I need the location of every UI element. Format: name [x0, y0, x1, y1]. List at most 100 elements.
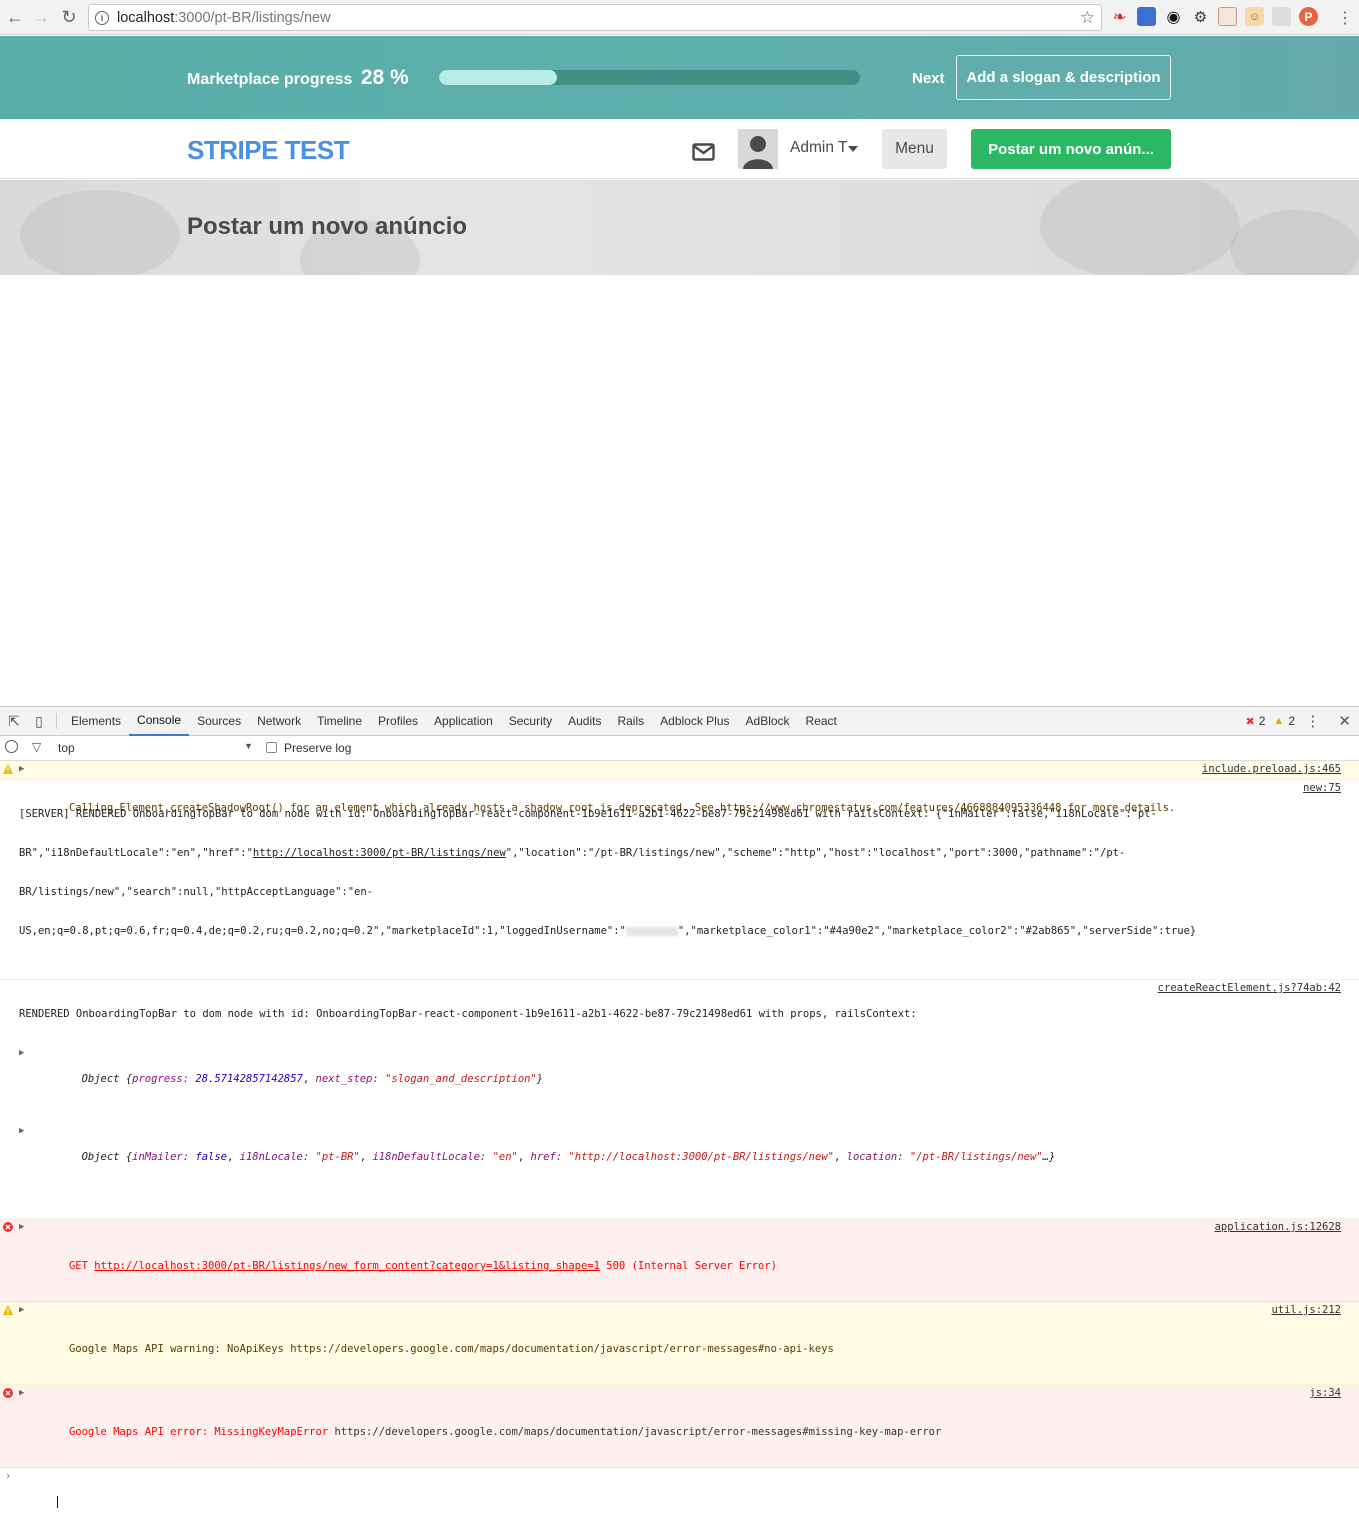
console-message-text: BR","i18nDefaultLocale":"en","href":"htt…	[19, 847, 1341, 860]
preserve-log-checkbox[interactable]	[266, 742, 277, 753]
object-value: "pt-BR"	[315, 1151, 360, 1163]
mail-icon[interactable]	[692, 143, 715, 166]
source-link[interactable]: include.preload.js:465	[1197, 763, 1341, 776]
redacted-username	[625, 926, 678, 936]
devtools-tab-adblock[interactable]: AdBlock	[738, 707, 798, 736]
console-filter-bar: ▽ top ▼ Preserve log	[0, 736, 1359, 761]
source-link[interactable]: application.js:12628	[1215, 1221, 1341, 1234]
console-warning-row[interactable]: ▶ Calling Element.createShadowRoot() for…	[0, 761, 1359, 814]
text-segment: US,en;q=0.8,pt;q=0.6,fr;q=0.4,de;q=0.2,r…	[19, 925, 626, 937]
bookmark-star-icon[interactable]: ☆	[1080, 8, 1095, 28]
object-preview[interactable]: ▶ Object {inMailer: false, i18nLocale: "…	[19, 1125, 1341, 1177]
error-icon	[3, 1388, 13, 1398]
text-segment: ","marketplace_color1":"#4a90e2","market…	[677, 925, 1197, 937]
warning-icon	[3, 764, 13, 774]
caret-down-icon[interactable]	[848, 146, 858, 152]
expand-icon[interactable]: ▶	[19, 1221, 24, 1234]
clear-console-icon[interactable]	[5, 740, 18, 753]
face-extension-icon[interactable]: ☺	[1245, 7, 1264, 26]
devtools-actions: ⋮ ✕	[1305, 712, 1351, 730]
next-label: Next	[912, 70, 945, 87]
object-preview[interactable]: ▶ Object {progress: 28.57142857142857, n…	[19, 1047, 1341, 1099]
text-segment: …}	[1042, 1151, 1056, 1163]
console-prompt[interactable]: ›	[0, 1468, 1359, 1508]
close-icon[interactable]: ✕	[1338, 712, 1351, 730]
source-link[interactable]: js:34	[1309, 1387, 1341, 1400]
object-value: "http://localhost:3000/pt-BR/listings/ne…	[568, 1151, 834, 1163]
reload-icon[interactable]: ↻	[56, 4, 82, 30]
object-value: "slogan_and_description"	[385, 1073, 537, 1085]
console-warning-row[interactable]: ▶ Google Maps API warning: NoApiKeys htt…	[0, 1302, 1359, 1385]
text-segment: Google Maps API error: MissingKeyMapErro…	[68, 1426, 335, 1438]
devtools-tab-profiles[interactable]: Profiles	[370, 707, 426, 736]
user-menu-name[interactable]: Admin T	[790, 139, 847, 157]
url-host: localhost	[117, 9, 175, 26]
context-selector[interactable]: top	[58, 741, 75, 755]
source-link[interactable]: createReactElement.js?74ab:42	[1158, 982, 1341, 995]
device-toolbar-icon[interactable]: ▯	[28, 710, 50, 732]
next-step-button[interactable]: Add a slogan & description	[956, 55, 1171, 100]
logo[interactable]: STRIPE TEST	[187, 135, 350, 166]
menu-button[interactable]: Menu	[882, 129, 947, 169]
object-key: location:	[846, 1151, 904, 1163]
console-messages: ▶ Calling Element.createShadowRoot() for…	[0, 761, 1359, 1508]
notes-extension-icon[interactable]	[1218, 7, 1237, 26]
object-key: progress:	[132, 1073, 190, 1085]
page-title: Postar um novo anúncio	[187, 213, 468, 240]
forward-arrow-icon[interactable]: →	[28, 4, 54, 30]
p-extension-icon[interactable]: P	[1299, 7, 1318, 26]
progress-percent: 28 %	[360, 66, 409, 89]
console-link[interactable]: http://localhost:3000/pt-BR/listings/new…	[94, 1260, 600, 1272]
console-error-row[interactable]: ▶ GET http://localhost:3000/pt-BR/listin…	[0, 1219, 1359, 1302]
expand-icon[interactable]: ▶	[19, 1304, 24, 1317]
context-dropdown-icon[interactable]: ▼	[244, 741, 253, 751]
devtools-tab-security[interactable]: Security	[501, 707, 560, 736]
browser-menu-icon[interactable]: ⋮	[1337, 8, 1353, 28]
address-bar[interactable]: i localhost:3000/pt-BR/listings/new ☆	[88, 4, 1102, 31]
devtools-tab-audits[interactable]: Audits	[560, 707, 609, 736]
devtools-tab-react[interactable]: React	[798, 707, 845, 736]
devtools-tab-network[interactable]: Network	[249, 707, 309, 736]
devtools-tab-application[interactable]: Application	[426, 707, 501, 736]
devtools-tab-elements[interactable]: Elements	[63, 707, 129, 736]
devtools-tab-bar: ⇱ ▯ Elements Console Sources Network Timelin…	[0, 707, 1359, 736]
console-error-row[interactable]: ▶ Google Maps API error: MissingKeyMapEr…	[0, 1385, 1359, 1468]
devtools-tab-sources[interactable]: Sources	[189, 707, 249, 736]
source-link[interactable]: util.js:212	[1271, 1304, 1341, 1317]
filter-icon[interactable]: ▽	[32, 740, 41, 754]
expand-icon[interactable]: ▶	[19, 1047, 24, 1060]
devtools-tab-adblock-plus[interactable]: Adblock Plus	[652, 707, 737, 736]
extension-icons: ❧ ◉ ⚙ ☺ P	[1110, 7, 1318, 26]
text-segment: https://developers.google.com/maps/docum…	[334, 1426, 942, 1438]
console-log-row: RENDERED OnboardingTopBar to dom node wi…	[0, 980, 1359, 1219]
warning-icon: ▲	[1273, 715, 1285, 727]
progress-label-text: Marketplace progress	[187, 71, 353, 88]
back-arrow-icon[interactable]: ←	[2, 4, 28, 30]
eye-extension-icon[interactable]: ◉	[1164, 7, 1183, 26]
post-new-listing-button[interactable]: Postar um novo anún...	[971, 129, 1171, 169]
gear-extension-icon[interactable]: ⚙	[1191, 7, 1210, 26]
calendar-extension-icon[interactable]	[1137, 7, 1156, 26]
devtools-tab-rails[interactable]: Rails	[609, 707, 652, 736]
object-value: "en"	[492, 1151, 518, 1163]
avatar[interactable]	[738, 129, 778, 169]
text-segment: ","location":"/pt-BR/listings/new","sche…	[505, 847, 1126, 859]
expand-icon[interactable]: ▶	[19, 763, 24, 776]
error-icon: ✖	[1245, 715, 1255, 728]
devtools-tab-console[interactable]: Console	[129, 707, 190, 736]
console-link[interactable]: http://localhost:3000/pt-BR/listings/new	[253, 847, 506, 859]
inspect-element-icon[interactable]: ⇱	[3, 710, 25, 732]
object-value: false	[195, 1151, 227, 1163]
rails-extension-icon[interactable]: ❧	[1110, 7, 1129, 26]
issue-counts[interactable]: ✖ 2 ▲ 2	[1246, 714, 1295, 728]
pattern-extension-icon[interactable]	[1272, 7, 1291, 26]
devtools-menu-icon[interactable]: ⋮	[1305, 712, 1320, 730]
expand-icon[interactable]: ▶	[19, 1125, 24, 1138]
error-icon	[3, 1222, 13, 1232]
hero-background-shape	[1230, 210, 1359, 275]
site-info-icon[interactable]: i	[95, 10, 109, 25]
hero-background-shape	[20, 190, 180, 275]
expand-icon[interactable]: ▶	[19, 1387, 24, 1400]
source-link[interactable]: new:75	[1303, 782, 1341, 795]
devtools-tab-timeline[interactable]: Timeline	[309, 707, 370, 736]
